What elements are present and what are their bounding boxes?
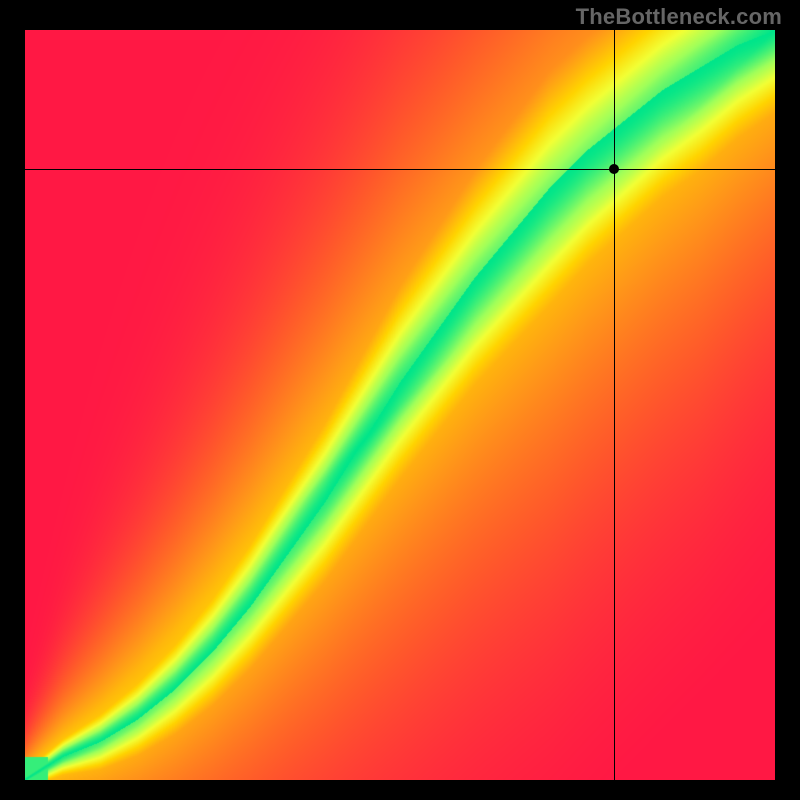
crosshair-vertical: [614, 30, 615, 780]
heatmap-canvas: [25, 30, 775, 780]
crosshair-horizontal: [25, 169, 775, 170]
marker-point: [609, 164, 619, 174]
page: TheBottleneck.com: [0, 0, 800, 800]
heatmap-plot: [25, 30, 775, 780]
watermark-text: TheBottleneck.com: [576, 4, 782, 30]
